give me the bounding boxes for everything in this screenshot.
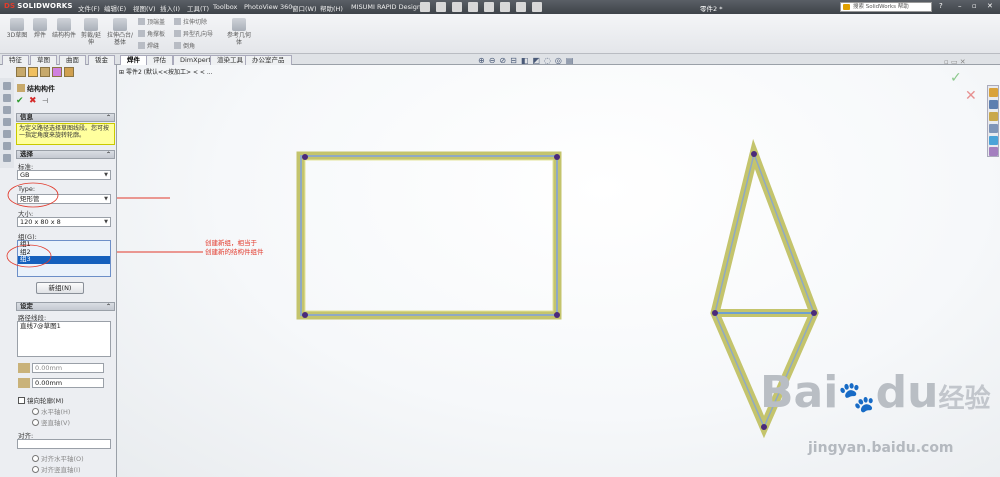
search-icon — [843, 4, 850, 10]
heads-up-toolbar[interactable]: ⊕⊖⊘⊟◧◩◌◎▤ — [478, 56, 577, 65]
menu-tools[interactable]: 工具(T) — [187, 3, 209, 13]
watermark-url: jingyan.baidu.com — [808, 440, 954, 456]
annotation-arrows — [117, 197, 203, 253]
open-icon[interactable] — [436, 2, 446, 12]
weld-bead-button[interactable]: 焊缝 — [138, 41, 159, 50]
annotation-text: 创建新组，相当于 创建新的结构件组件 — [205, 239, 264, 256]
end-cap-button[interactable]: 顶端盖 — [138, 17, 165, 26]
save-icon[interactable] — [452, 2, 462, 12]
rebuild-icon[interactable] — [516, 2, 526, 12]
search-input[interactable]: 搜索 SolidWorks 帮助 — [840, 2, 932, 12]
print-icon[interactable] — [468, 2, 478, 12]
document-title: 零件2 * — [700, 5, 723, 13]
command-manager: 3D草图 焊件 结构构件 剪裁/延伸 拉伸凸台/基体 顶端盖 角撑板 焊缝 拉伸… — [0, 14, 1000, 54]
options-icon[interactable] — [532, 2, 542, 12]
paw-icon: 🐾 — [838, 380, 876, 415]
help-icon[interactable]: ? — [939, 2, 943, 10]
menu-photoview[interactable]: PhotoView 360 — [244, 3, 292, 11]
tab-weldments[interactable]: 焊件 — [120, 55, 147, 65]
select-icon[interactable] — [500, 2, 510, 12]
tab-evaluate[interactable]: 评估 — [146, 55, 173, 65]
gusset-button[interactable]: 角撑板 — [138, 29, 165, 38]
minimize-icon[interactable]: – — [958, 2, 962, 10]
annotation-ellipses — [6, 182, 59, 268]
menu-toolbox[interactable]: Toolbox — [213, 3, 237, 11]
undo-icon[interactable] — [484, 2, 494, 12]
menu-help[interactable]: 帮助(H) — [320, 3, 343, 13]
tab-render-tools[interactable]: 渲染工具 — [210, 55, 250, 65]
chamfer-button[interactable]: 倒角 — [174, 41, 195, 50]
menu-insert[interactable]: 插入(I) — [160, 3, 180, 13]
menu-view[interactable]: 视图(V) — [133, 3, 156, 13]
menu-window[interactable]: 窗口(W) — [292, 3, 317, 13]
restore-icon[interactable]: ▫ — [972, 2, 977, 10]
rectangle-frame[interactable] — [296, 151, 562, 320]
menu-misumi[interactable]: MISUMI RAPID Design — [351, 3, 421, 11]
hole-wizard-button[interactable]: 异型孔向导 — [174, 29, 213, 38]
close-icon[interactable]: ✕ — [987, 2, 993, 10]
extrude-cut-button[interactable]: 拉伸切除 — [174, 17, 207, 26]
menu-bar: DS SOLIDWORKS 文件(F) 编辑(E) 视图(V) 插入(I) 工具(… — [0, 0, 1000, 14]
reference-geometry-button[interactable]: 参考几何体 — [226, 18, 252, 46]
baidu-watermark: Bai🐾du经验 — [760, 367, 991, 418]
new-icon[interactable] — [420, 2, 430, 12]
tab-office-products[interactable]: 办公室产品 — [245, 55, 292, 65]
